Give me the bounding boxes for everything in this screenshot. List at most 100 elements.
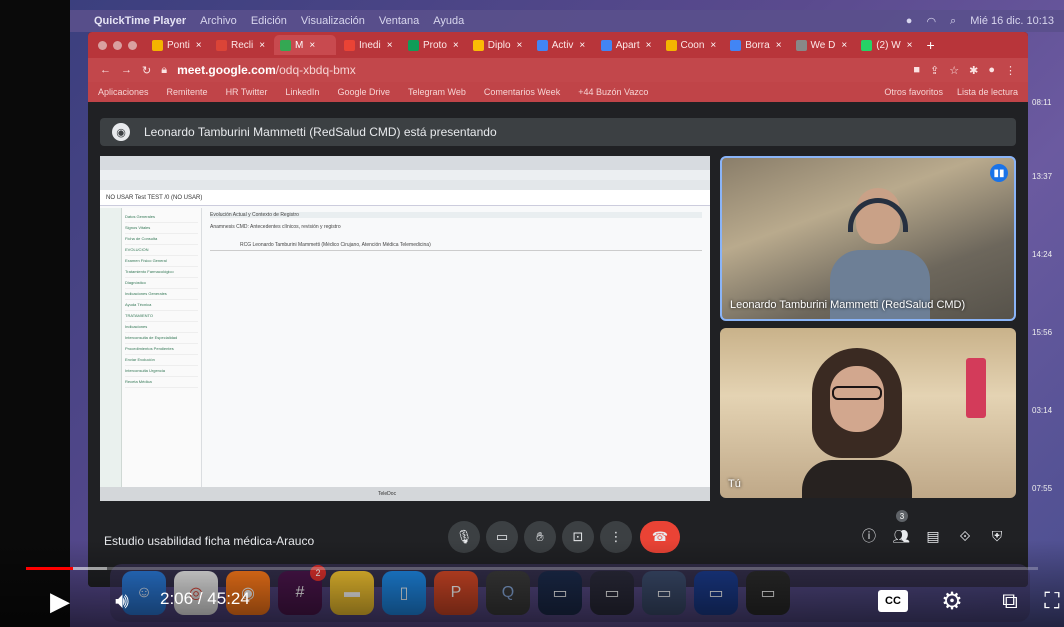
browser-tab[interactable]: Apart × bbox=[595, 35, 658, 55]
presenting-banner: ◉ Leonardo Tamburini Mammetti (RedSalud … bbox=[100, 118, 1016, 146]
share-icon[interactable]: ⇪ bbox=[930, 64, 939, 77]
bookmark-lectura[interactable]: Lista de lectura bbox=[957, 87, 1018, 97]
menu-visualizacion[interactable]: Visualización bbox=[301, 15, 365, 27]
close-tab-icon[interactable]: × bbox=[196, 40, 202, 51]
browser-window: Ponti × Recli × M × Inedi × Proto × Diplo × Activ × Ap… bbox=[88, 32, 1028, 587]
video-frame[interactable]: QuickTime Player Archivo Edición Visuali… bbox=[0, 0, 1064, 627]
time-display: 2:06 / 45:24 bbox=[160, 589, 250, 609]
menu-edicion[interactable]: Edición bbox=[251, 15, 287, 27]
record-icon[interactable]: ● bbox=[906, 15, 913, 27]
browser-tab[interactable]: Diplo × bbox=[467, 35, 529, 55]
play-icon: ▶ bbox=[50, 585, 70, 616]
bookmark-telegram[interactable]: Telegram Web bbox=[408, 87, 466, 97]
close-tab-icon[interactable]: × bbox=[259, 40, 265, 51]
close-tab-icon[interactable]: × bbox=[309, 40, 315, 51]
browser-tab[interactable]: Activ × bbox=[531, 35, 593, 55]
close-tab-icon[interactable]: × bbox=[579, 40, 585, 51]
participant-tile-presenter[interactable]: ▮▮ Leonardo Tamburini Mammetti (RedSalud… bbox=[720, 156, 1016, 321]
bookmark-twitter[interactable]: HR Twitter bbox=[226, 87, 268, 97]
close-tab-icon[interactable]: × bbox=[517, 40, 523, 51]
browser-tab[interactable]: Borra × bbox=[724, 35, 787, 55]
shared-nav-item: Procedimientos Pendientes bbox=[125, 344, 198, 355]
tab-label: Apart bbox=[615, 39, 640, 51]
zoom-window-button[interactable] bbox=[128, 41, 137, 50]
captions-button[interactable]: CC bbox=[876, 582, 910, 620]
back-arrow-icon[interactable]: ← bbox=[100, 64, 111, 76]
close-tab-icon[interactable]: × bbox=[646, 40, 652, 51]
tab-favicon-icon bbox=[152, 39, 163, 51]
wifi-icon[interactable]: ◠ bbox=[926, 15, 936, 28]
bookmark-linkedin[interactable]: LinkedIn bbox=[285, 87, 319, 97]
forward-arrow-icon[interactable]: → bbox=[121, 64, 132, 76]
tab-favicon-icon bbox=[280, 39, 291, 51]
menubar-app-name[interactable]: QuickTime Player bbox=[94, 15, 186, 27]
menubar-clock[interactable]: Mié 16 dic. 10:13 bbox=[970, 15, 1054, 27]
browser-tab[interactable]: Inedi × bbox=[338, 35, 400, 55]
close-tab-icon[interactable]: × bbox=[387, 40, 393, 51]
bookmark-apps[interactable]: Aplicaciones bbox=[98, 87, 149, 97]
url-path: /odq-xbdq-bmx bbox=[275, 63, 356, 77]
close-tab-icon[interactable]: × bbox=[841, 40, 847, 51]
settings-button[interactable]: ⚙ bbox=[932, 582, 972, 620]
close-tab-icon[interactable]: × bbox=[710, 40, 716, 51]
close-tab-icon[interactable]: × bbox=[907, 40, 913, 51]
url-field[interactable]: meet.google.com/odq-xbdq-bmx bbox=[177, 63, 356, 77]
close-window-button[interactable] bbox=[98, 41, 107, 50]
play-button[interactable]: ▶ bbox=[40, 582, 80, 620]
bookmark-comentarios[interactable]: Comentarios Week bbox=[484, 87, 560, 97]
miniplayer-button[interactable]: ⧉ bbox=[990, 582, 1030, 620]
extension-icon[interactable]: ✱ bbox=[969, 64, 978, 77]
shared-main: Evolución Actual y Contexto de Registro … bbox=[202, 208, 710, 487]
close-tab-icon[interactable]: × bbox=[776, 40, 782, 51]
shared-nav-item: Ayuda Técnica bbox=[125, 300, 198, 311]
tab-favicon-icon bbox=[730, 39, 742, 51]
browser-tab[interactable]: Ponti × bbox=[146, 35, 208, 55]
bookmark-otros[interactable]: Otros favoritos bbox=[884, 87, 943, 97]
tab-list: Ponti × Recli × M × Inedi × Proto × Diplo × Activ × Ap… bbox=[146, 35, 919, 55]
reload-icon[interactable]: ↻ bbox=[142, 64, 151, 77]
spotlight-icon[interactable]: ⌕ bbox=[950, 15, 956, 28]
close-tab-icon[interactable]: × bbox=[453, 40, 459, 51]
browser-tab[interactable]: Coon × bbox=[660, 35, 723, 55]
browser-tab[interactable]: Recli × bbox=[210, 35, 272, 55]
self-video bbox=[802, 348, 912, 498]
camera-indicator-icon[interactable]: ■ bbox=[913, 64, 920, 77]
shared-icon-rail bbox=[100, 208, 122, 487]
progress-played bbox=[26, 567, 73, 570]
time-separator: / bbox=[197, 589, 208, 608]
participant-tile-self[interactable]: Tú bbox=[720, 328, 1016, 498]
bookmark-remitente[interactable]: Remitente bbox=[167, 87, 208, 97]
shared-nav-item: Ficha de Consulta bbox=[125, 234, 198, 245]
tab-label: Diplo bbox=[487, 39, 511, 51]
new-tab-plus-icon[interactable]: + bbox=[927, 37, 935, 53]
bookmark-buzon[interactable]: +44 Buzón Vazco bbox=[578, 87, 648, 97]
tab-label: We D bbox=[810, 39, 836, 51]
browser-tab[interactable]: Proto × bbox=[402, 35, 465, 55]
chrome-menu-icon[interactable]: ⋮ bbox=[1005, 64, 1016, 77]
tab-label: (2) W bbox=[876, 39, 901, 51]
browser-tab[interactable]: (2) W × bbox=[855, 35, 918, 55]
shared-nav-list: Datos Generales Signos Vitales Ficha de Co… bbox=[122, 208, 202, 487]
tab-label: Ponti bbox=[167, 39, 190, 51]
tab-label: Coon bbox=[680, 39, 705, 51]
browser-tab[interactable]: M × bbox=[274, 35, 336, 55]
volume-icon: 🔊︎ bbox=[115, 588, 129, 613]
progress-bar[interactable] bbox=[26, 567, 1038, 570]
shared-main-line-3: RCG Leonardo Tamburini Mammetti (Médico … bbox=[210, 240, 702, 251]
menu-ventana[interactable]: Ventana bbox=[379, 15, 419, 27]
shared-screen[interactable]: NO USAR Test TEST /0 (NO USAR) Datos Gen… bbox=[100, 156, 710, 501]
minimize-window-button[interactable] bbox=[113, 41, 122, 50]
bookmark-drive[interactable]: Google Drive bbox=[337, 87, 390, 97]
fullscreen-button[interactable]: ⛶ bbox=[1040, 582, 1064, 620]
tab-label: Inedi bbox=[359, 39, 381, 51]
side-time-1: 08:11 bbox=[1032, 98, 1052, 107]
shared-bookmarks bbox=[100, 180, 710, 190]
cc-icon: CC bbox=[878, 590, 908, 612]
menu-archivo[interactable]: Archivo bbox=[200, 15, 237, 27]
browser-tab[interactable]: We D × bbox=[790, 35, 854, 55]
menu-ayuda[interactable]: Ayuda bbox=[433, 15, 464, 27]
window-controls bbox=[98, 41, 137, 50]
bookmark-star-icon[interactable]: ☆ bbox=[949, 64, 959, 77]
mute-button[interactable]: 🔊︎ bbox=[100, 582, 144, 620]
profile-avatar-icon[interactable]: ● bbox=[988, 64, 995, 77]
